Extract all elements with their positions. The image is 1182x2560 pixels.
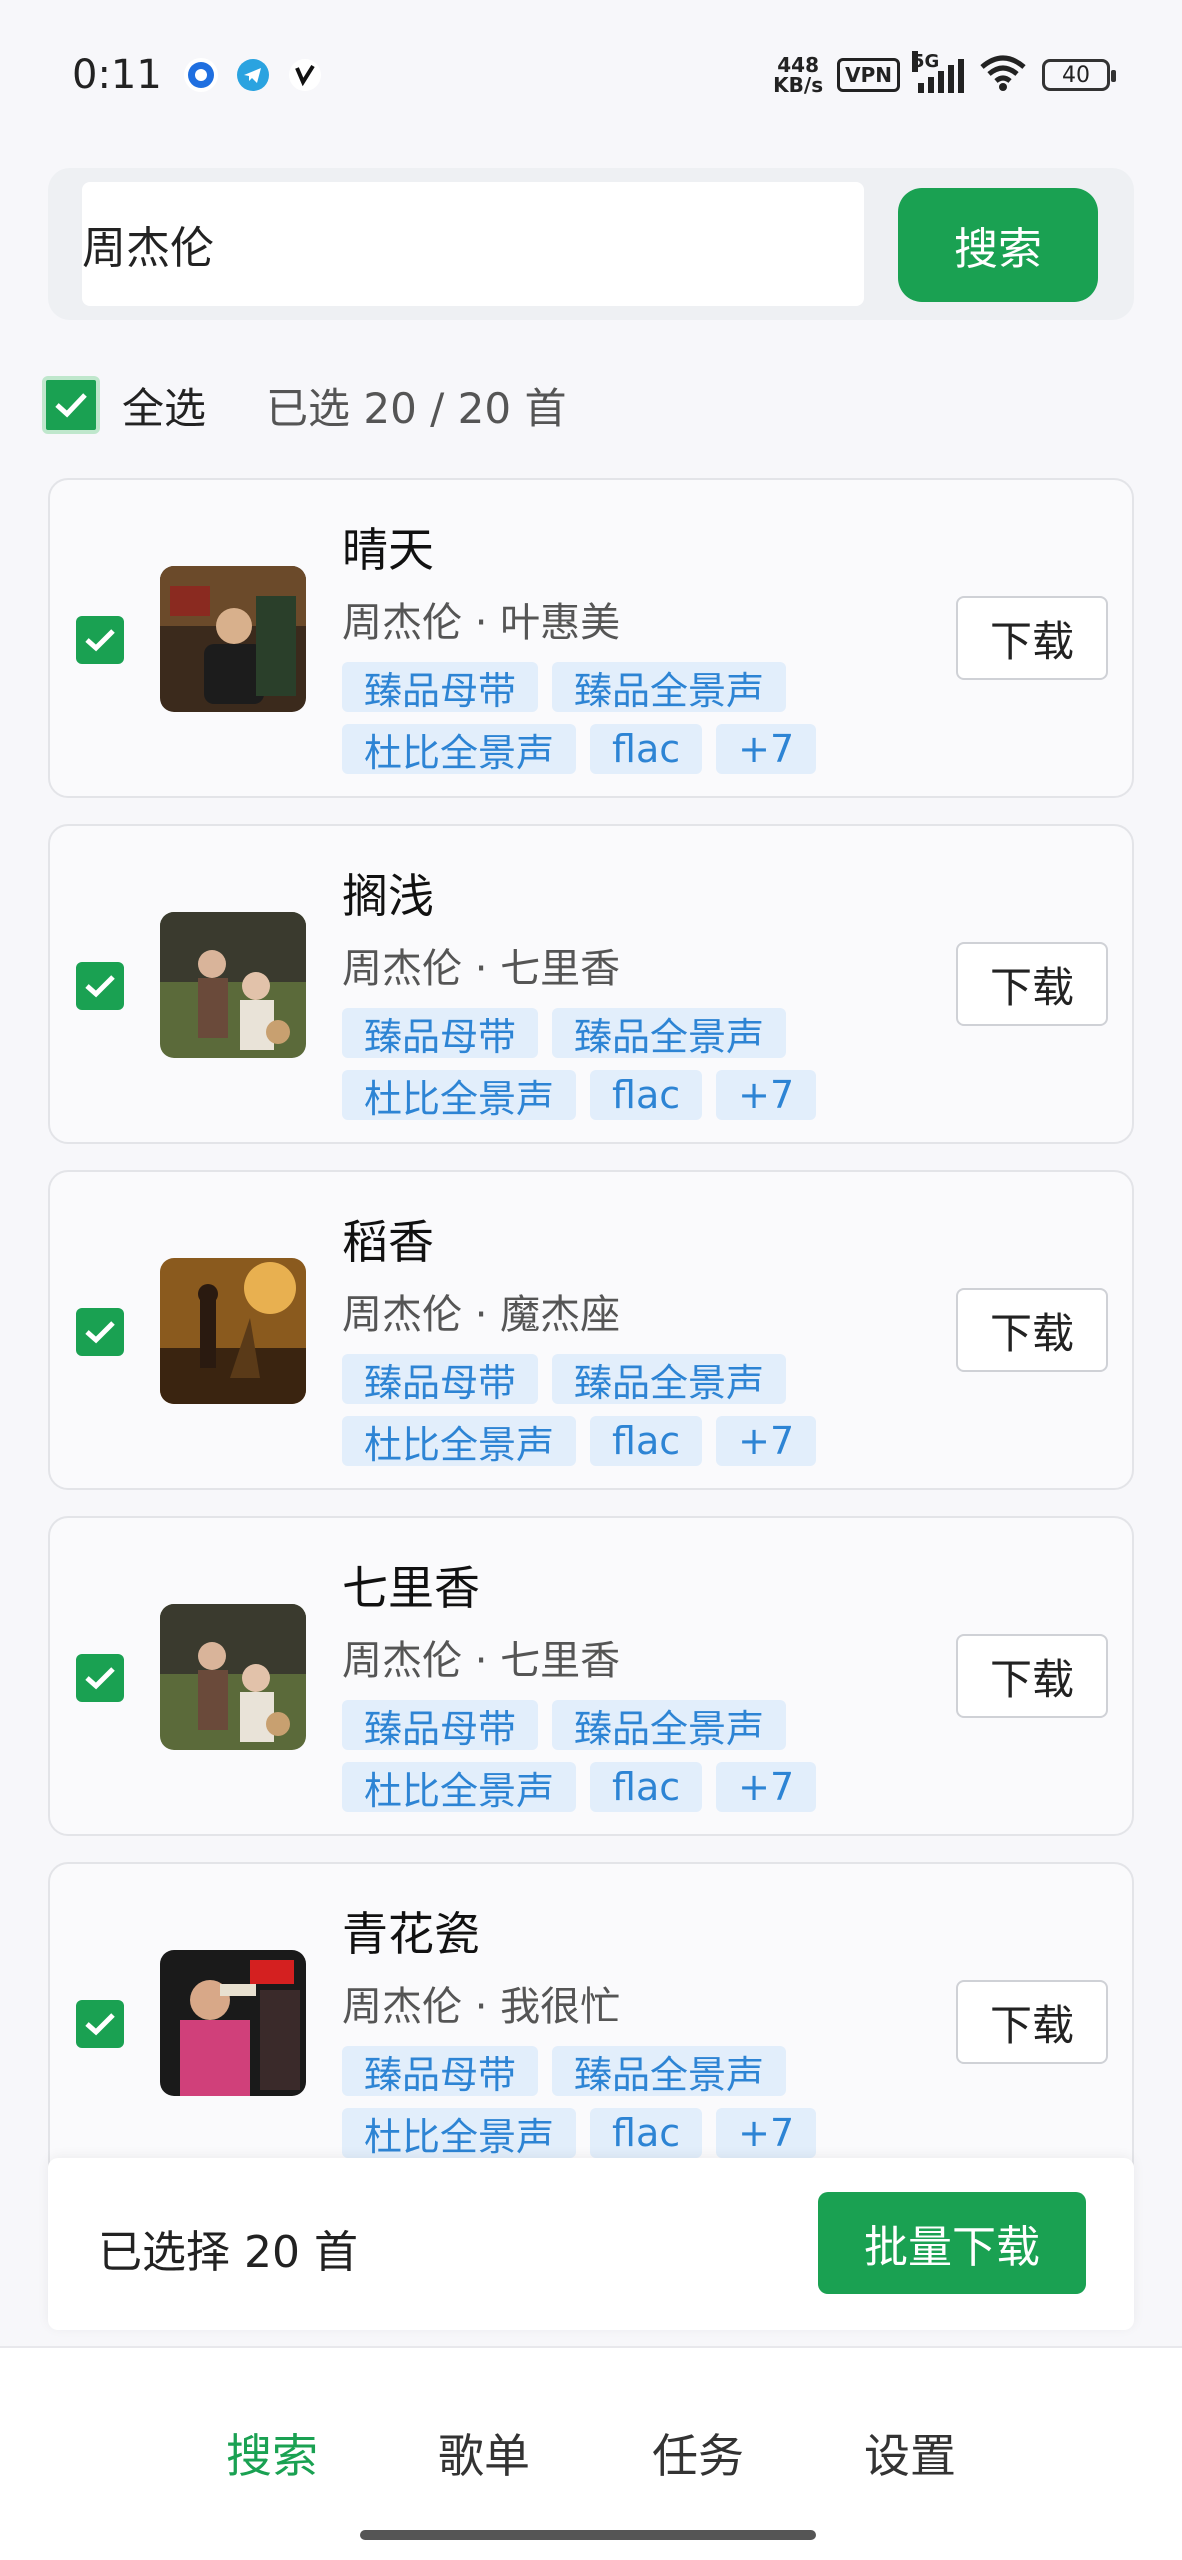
batch-download-bar: 已选择 20 首 批量下载 [48, 2158, 1134, 2330]
quality-tag: 臻品母带 [342, 1700, 539, 1751]
quality-tag: 臻品全景声 [552, 1008, 787, 1059]
song-artist-album: 周杰伦 · 魔杰座 [342, 1292, 621, 1338]
song-card: 搁浅 周杰伦 · 七里香 臻品母带 臻品全景声 杜比全景声 flac +7 下载 [48, 824, 1134, 1144]
search-button[interactable]: 搜索 [898, 188, 1098, 302]
quality-tag: 臻品全景声 [552, 1700, 787, 1751]
search-input[interactable] [82, 182, 864, 306]
quality-tag: flac [590, 724, 703, 774]
song-artist-album: 周杰伦 · 叶惠美 [342, 600, 621, 646]
download-button[interactable]: 下载 [956, 1634, 1108, 1718]
quality-tag: 杜比全景声 [342, 1070, 577, 1121]
bottom-tab-bar: 搜索 歌单 任务 设置 [0, 2346, 1182, 2560]
download-button[interactable]: 下载 [956, 596, 1108, 680]
download-button[interactable]: 下载 [956, 1980, 1108, 2064]
quality-tag: flac [590, 2108, 703, 2158]
quality-tags: 臻品母带 臻品全景声 杜比全景声 flac +7 [342, 662, 822, 775]
select-all-checkbox[interactable] [42, 376, 100, 434]
app-notification-icon [183, 58, 218, 92]
telegram-icon [236, 58, 270, 92]
select-all-row: 全选 已选 20 / 20 首 [42, 374, 566, 436]
checkmark-icon [85, 1667, 115, 1690]
battery-icon: 40 [1042, 59, 1116, 91]
batch-download-button[interactable]: 批量下载 [818, 2192, 1086, 2294]
network-speed: 448 KB/s [773, 53, 824, 97]
tab-settings[interactable]: 设置 [864, 2420, 956, 2486]
quality-tag: 杜比全景声 [342, 1416, 577, 1467]
download-button[interactable]: 下载 [956, 1288, 1108, 1372]
quality-tag: 杜比全景声 [342, 2108, 577, 2159]
tab-search[interactable]: 搜索 [226, 2420, 318, 2486]
song-checkbox[interactable] [76, 616, 124, 664]
more-tags: +7 [716, 724, 817, 774]
quality-tags: 臻品母带 臻品全景声 杜比全景声 flac +7 [342, 1700, 822, 1813]
quality-tags: 臻品母带 臻品全景声 杜比全景声 flac +7 [342, 1008, 822, 1121]
album-cover [160, 1258, 306, 1404]
quality-tag: 臻品全景声 [552, 1354, 787, 1405]
quality-tag: flac [590, 1762, 703, 1812]
album-cover [160, 1950, 306, 2096]
status-time: 0:11 [72, 52, 162, 98]
album-cover [160, 566, 306, 712]
quality-tag: 臻品全景声 [552, 2046, 787, 2097]
quality-tag: 杜比全景声 [342, 724, 577, 775]
song-list: 晴天 周杰伦 · 叶惠美 臻品母带 臻品全景声 杜比全景声 flac +7 下载… [48, 478, 1134, 2208]
song-artist-album: 周杰伦 · 我很忙 [342, 1984, 621, 2030]
cellular-signal-icon: 5G [912, 51, 964, 93]
song-card: 七里香 周杰伦 · 七里香 臻品母带 臻品全景声 杜比全景声 flac +7 下… [48, 1516, 1134, 1836]
song-card: 稻香 周杰伦 · 魔杰座 臻品母带 臻品全景声 杜比全景声 flac +7 下载 [48, 1170, 1134, 1490]
wifi-icon [978, 55, 1028, 95]
more-tags: +7 [716, 1416, 817, 1466]
checkmark-icon [85, 629, 115, 652]
album-cover [160, 1604, 306, 1750]
checkmark-icon [55, 393, 87, 418]
quality-tags: 臻品母带 臻品全景声 杜比全景声 flac +7 [342, 2046, 822, 2159]
vpn-badge: VPN [837, 58, 900, 92]
quality-tag: 臻品母带 [342, 1008, 539, 1059]
vpn-app-icon [288, 58, 322, 92]
song-card: 晴天 周杰伦 · 叶惠美 臻品母带 臻品全景声 杜比全景声 flac +7 下载 [48, 478, 1134, 798]
song-artist-album: 周杰伦 · 七里香 [342, 1638, 621, 1684]
song-artist-album: 周杰伦 · 七里香 [342, 946, 621, 992]
more-tags: +7 [716, 2108, 817, 2158]
song-title: 青花瓷 [342, 1907, 480, 1961]
checkmark-icon [85, 975, 115, 998]
song-card: 青花瓷 周杰伦 · 我很忙 臻品母带 臻品全景声 杜比全景声 flac +7 下… [48, 1862, 1134, 2182]
selected-count: 已选 20 / 20 首 [266, 383, 567, 433]
album-cover [160, 912, 306, 1058]
tab-tasks[interactable]: 任务 [652, 2420, 744, 2486]
song-title: 七里香 [342, 1561, 480, 1615]
status-bar: 0:11 448 KB/s VPN 5G 40 [0, 0, 1182, 150]
batch-selected-count: 已选择 20 首 [98, 2227, 358, 2278]
more-tags: +7 [716, 1070, 817, 1120]
search-card: 搜索 [48, 168, 1134, 320]
song-title: 稻香 [342, 1215, 434, 1269]
more-tags: +7 [716, 1762, 817, 1812]
download-button[interactable]: 下载 [956, 942, 1108, 1026]
song-title: 搁浅 [342, 869, 434, 923]
quality-tag: 臻品全景声 [552, 662, 787, 713]
quality-tag: flac [590, 1416, 703, 1466]
select-all-label[interactable]: 全选 [122, 375, 206, 436]
quality-tag: 臻品母带 [342, 2046, 539, 2097]
quality-tag: 杜比全景声 [342, 1762, 577, 1813]
quality-tag: 臻品母带 [342, 662, 539, 713]
song-checkbox[interactable] [76, 1308, 124, 1356]
song-checkbox[interactable] [76, 1654, 124, 1702]
tab-playlist[interactable]: 歌单 [438, 2420, 530, 2486]
song-title: 晴天 [342, 523, 434, 577]
quality-tag: 臻品母带 [342, 1354, 539, 1405]
song-checkbox[interactable] [76, 962, 124, 1010]
song-checkbox[interactable] [76, 2000, 124, 2048]
quality-tag: flac [590, 1070, 703, 1120]
checkmark-icon [85, 2013, 115, 2036]
quality-tags: 臻品母带 臻品全景声 杜比全景声 flac +7 [342, 1354, 822, 1467]
checkmark-icon [85, 1321, 115, 1344]
home-indicator[interactable] [360, 2530, 816, 2540]
